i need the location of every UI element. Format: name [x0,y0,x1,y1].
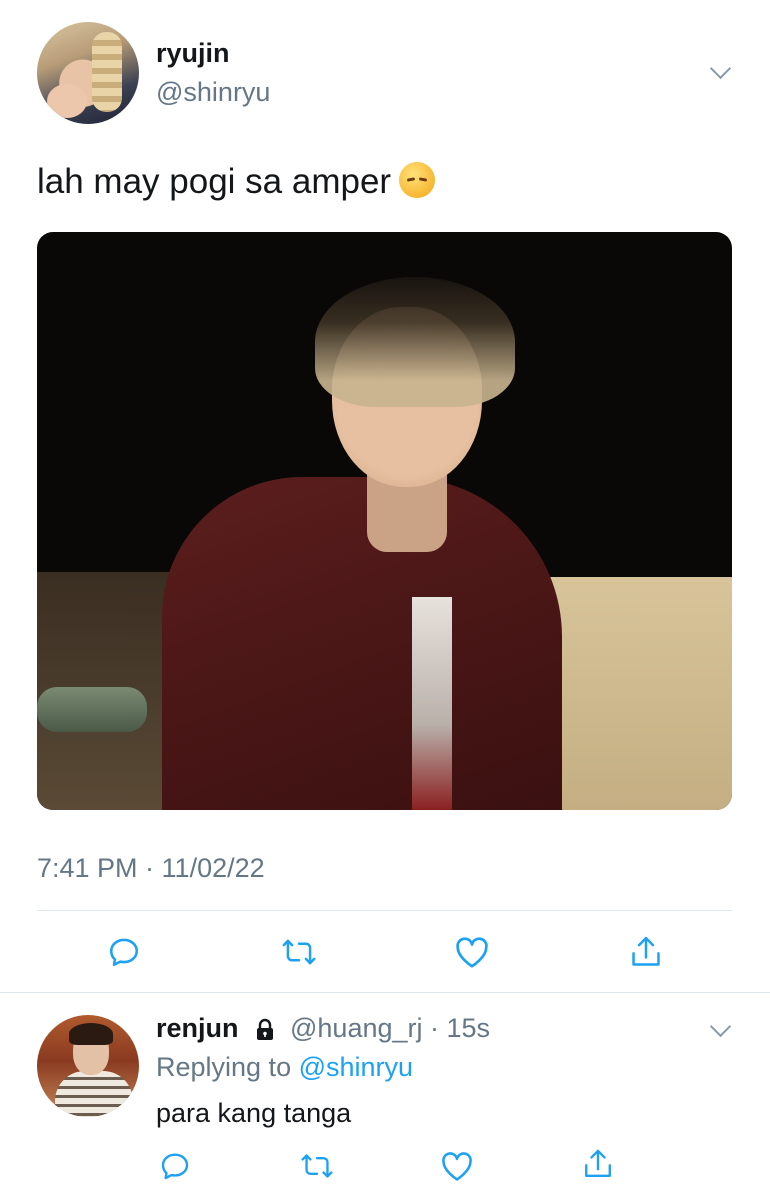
like-icon[interactable] [437,1146,477,1186]
reply-author-avatar[interactable] [37,1015,139,1117]
divider [0,992,770,993]
reply-author-name[interactable]: renjun [156,1013,239,1044]
tweet-text-content: lah may pogi sa amper [37,162,392,201]
reply-icon[interactable] [104,932,144,972]
replying-prefix: Replying to [156,1052,292,1082]
media-person-shirt [412,597,452,810]
share-icon[interactable] [578,1144,618,1184]
reply-text: para kang tanga [156,1098,352,1128]
chevron-down-icon[interactable] [709,1015,732,1038]
media-person-jacket [162,477,562,810]
reply-handle-time[interactable]: @huang_rj · 15s [290,1013,490,1044]
retweet-icon[interactable] [279,932,319,972]
author-avatar[interactable] [37,22,139,124]
author-name[interactable]: ryujin [156,38,230,69]
retweet-icon[interactable] [297,1146,337,1186]
chevron-down-icon[interactable] [709,57,732,80]
avatar-hair [69,1023,113,1045]
avatar-hair [92,32,122,112]
tweet-text: lah may pogi sa amper [37,162,436,202]
like-icon[interactable] [452,932,492,972]
author-handle[interactable]: @shinryu [156,77,270,108]
replying-mention-link[interactable]: @shinryu [299,1052,413,1082]
tweet-timestamp[interactable]: 7:41 PM · 11/02/22 [37,853,265,884]
media-background-rail [37,687,147,732]
share-icon[interactable] [626,932,666,972]
pensive-face-emoji-icon [399,162,436,198]
tweet-media-image[interactable] [37,232,732,810]
media-person-hair [315,277,515,407]
avatar-shirt [55,1071,133,1117]
avatar-hand [47,84,87,118]
lock-icon [253,1018,277,1042]
replying-to: Replying to @shinryu [156,1052,413,1083]
reply-icon[interactable] [155,1146,195,1186]
divider [37,910,732,911]
